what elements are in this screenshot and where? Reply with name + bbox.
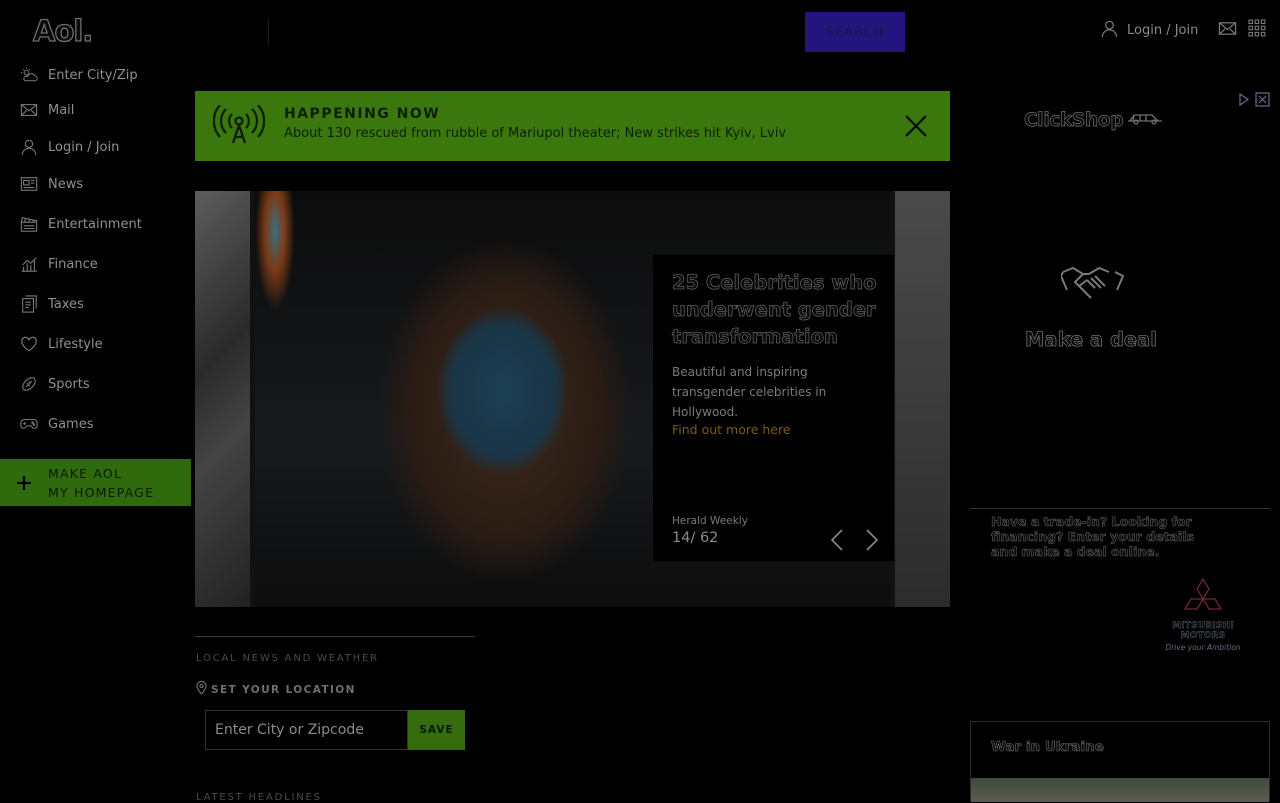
football-icon [20, 375, 38, 393]
sidebar-item-label: Games [48, 416, 94, 432]
zipcode-input[interactable] [205, 710, 408, 750]
make-homepage-label: MAKE AOL MY HOMEPAGE [48, 464, 154, 502]
handshake-icon [1059, 264, 1125, 308]
search-caret [268, 18, 269, 46]
sidebar-item-weather[interactable]: Enter City/Zip [20, 64, 138, 86]
slide-title[interactable]: 25 Celebrities who underwent gender tran… [672, 269, 882, 350]
news-icon [20, 175, 38, 193]
user-icon [20, 138, 38, 156]
sidebar-item-label: Lifestyle [48, 336, 103, 352]
section-divider [195, 636, 475, 637]
banner-title: HAPPENING NOW [284, 106, 441, 122]
slide-image-next[interactable] [895, 191, 950, 607]
gamepad-icon [20, 415, 38, 433]
plus-icon [0, 475, 48, 491]
war-in-ukraine-module[interactable]: War in Ukraine [970, 721, 1270, 802]
sidebar-item-entertainment[interactable]: Entertainment [20, 213, 142, 235]
ad-divider [970, 508, 1270, 509]
sidebar-item-login[interactable]: Login / Join [20, 136, 119, 158]
banner-headline[interactable]: About 130 rescued from rubble of Mariupo… [284, 126, 786, 141]
sidebar-item-label: Enter City/Zip [48, 67, 138, 83]
aol-logo[interactable]: Aol. [32, 13, 94, 48]
chart-icon [20, 255, 38, 273]
make-homepage-line1: MAKE AOL [48, 465, 123, 481]
slide-source: Herald Weekly [672, 515, 748, 527]
sidebar-item-label: News [48, 176, 84, 192]
slide-image-previous[interactable] [195, 191, 250, 607]
sidebar-item-label: Login / Join [48, 139, 120, 155]
mitsubishi-logo-icon [1181, 577, 1225, 621]
sidebar-item-games[interactable]: Games [20, 413, 93, 435]
document-icon [20, 295, 38, 313]
set-location-label: SET YOUR LOCATION [211, 683, 356, 696]
latest-headlines-title: LATEST HEADLINES [196, 792, 322, 803]
heart-icon [20, 335, 38, 353]
sidebar-item-label: Finance [48, 256, 98, 272]
ad-body[interactable]: Have a trade-in? Looking for financing? … [991, 514, 1211, 560]
clapperboard-icon [20, 215, 38, 233]
make-homepage-button[interactable]: MAKE AOL MY HOMEPAGE [0, 459, 191, 506]
car-icon [1126, 110, 1166, 131]
sidebar-item-taxes[interactable]: Taxes [20, 293, 84, 315]
chevron-left-icon[interactable] [830, 529, 844, 555]
ad-brand[interactable]: MITSUBISHI MOTORS Drive your Ambition [1160, 577, 1246, 652]
apps-grid-icon[interactable] [1248, 19, 1266, 41]
ad-headline[interactable]: Make a deal [1025, 328, 1158, 352]
header-login-label: Login / Join [1127, 23, 1199, 38]
ad-brand-name: MITSUBISHI [1172, 621, 1234, 631]
ad-brand-name-2: MOTORS [1180, 631, 1226, 641]
sidebar-item-finance[interactable]: Finance [20, 253, 98, 275]
sidebar-item-sports[interactable]: Sports [20, 373, 90, 395]
happening-now-banner[interactable]: HAPPENING NOW About 130 rescued from rub… [195, 91, 950, 161]
sidebar-item-news[interactable]: News [20, 173, 83, 195]
weather-icon [20, 66, 38, 84]
set-location-link[interactable]: SET YOUR LOCATION [196, 680, 356, 698]
save-location-button[interactable]: SAVE [408, 710, 465, 750]
sidebar-item-lifestyle[interactable]: Lifestyle [20, 333, 103, 355]
slide-counter: 14/ 62 [672, 530, 719, 546]
user-icon [1100, 19, 1119, 42]
mail-icon[interactable] [1218, 19, 1237, 42]
sidebar-item-label: Taxes [48, 296, 84, 312]
mail-icon [20, 101, 38, 119]
sidebar-item-label: Entertainment [48, 216, 142, 232]
ad-logo: ClickShop [1024, 110, 1166, 131]
location-pin-icon [196, 680, 207, 698]
make-homepage-line2: MY HOMEPAGE [48, 484, 155, 500]
sidebar-item-label: Sports [48, 376, 90, 392]
ukraine-title[interactable]: War in Ukraine [991, 739, 1105, 756]
sidebar-item-label: Mail [48, 102, 75, 118]
sidebar-item-mail[interactable]: Mail [20, 99, 74, 121]
header-login-link[interactable]: Login / Join [1100, 19, 1198, 42]
slide-image-glow [255, 191, 295, 311]
close-icon[interactable] [903, 113, 929, 143]
ad-brand-tagline: Drive your Ambition [1165, 643, 1241, 652]
ad-logo-text: ClickShop [1024, 110, 1124, 132]
adchoices-icon[interactable] [1238, 92, 1270, 111]
local-news-title: LOCAL NEWS AND WEATHER [196, 653, 379, 664]
ukraine-image[interactable] [971, 778, 1269, 802]
broadcast-icon [212, 104, 266, 149]
search-input[interactable] [195, 12, 805, 52]
search-button[interactable]: SEARCH [805, 12, 905, 52]
slide-link[interactable]: Find out more here [672, 422, 791, 437]
slide-description: Beautiful and inspiring transgender cele… [672, 365, 827, 419]
slide-caption-panel: 25 Celebrities who underwent gender tran… [653, 255, 894, 561]
chevron-right-icon[interactable] [865, 529, 879, 555]
